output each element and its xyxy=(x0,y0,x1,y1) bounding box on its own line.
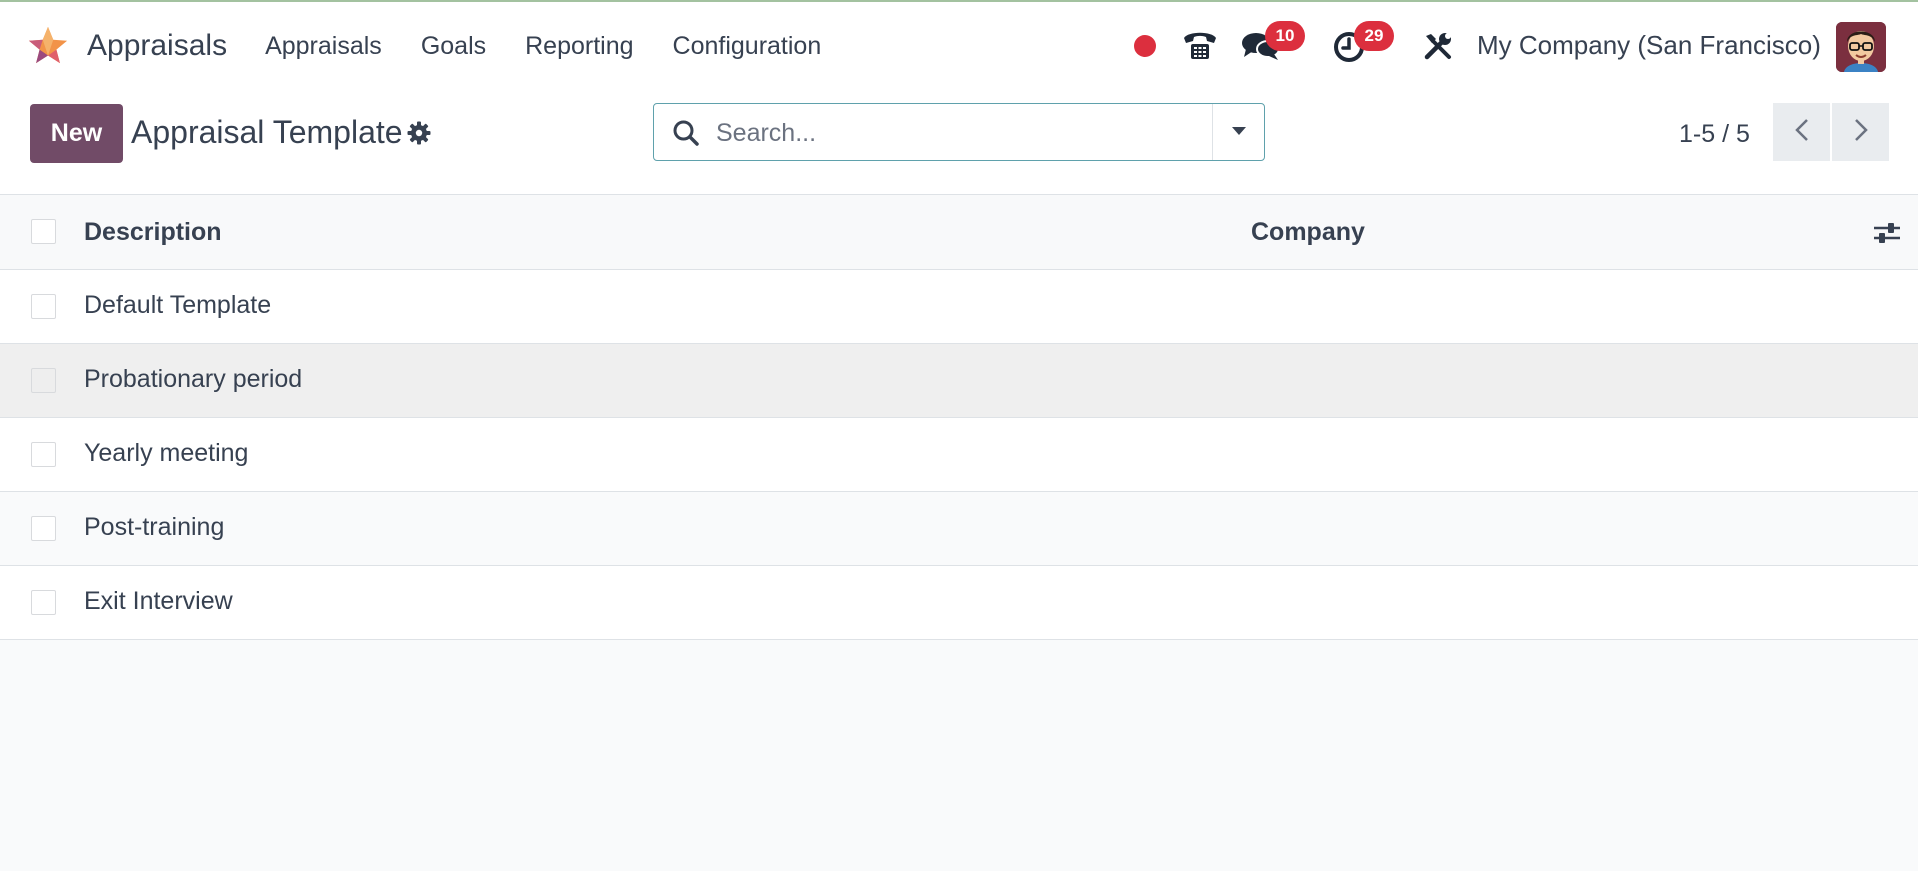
select-all-checkbox[interactable] xyxy=(31,219,56,244)
menu-appraisals[interactable]: Appraisals xyxy=(265,32,382,61)
gear-icon[interactable] xyxy=(407,121,431,145)
row-description: Probationary period xyxy=(84,365,303,393)
app-brand[interactable]: Appraisals xyxy=(27,25,245,67)
optional-columns-icon[interactable] xyxy=(1872,219,1902,247)
messages-count-badge: 10 xyxy=(1265,21,1305,51)
row-description: Post-training xyxy=(84,513,225,541)
list-header: Description Company xyxy=(0,195,1918,270)
row-description: Exit Interview xyxy=(84,587,233,615)
search-options-toggle[interactable] xyxy=(1213,104,1264,160)
menu-configuration[interactable]: Configuration xyxy=(673,32,822,61)
table-row[interactable]: Default Template xyxy=(0,270,1918,344)
search-bar xyxy=(653,103,1265,161)
app-name: Appraisals xyxy=(87,29,228,62)
list-view: Description Company Default Template Pro… xyxy=(0,195,1918,640)
user-avatar[interactable] xyxy=(1836,22,1886,72)
chevron-right-icon xyxy=(1854,118,1868,147)
row-checkbox[interactable] xyxy=(31,368,56,393)
status-dot-icon[interactable] xyxy=(1134,35,1156,57)
row-checkbox[interactable] xyxy=(31,442,56,467)
search-icon xyxy=(672,119,700,147)
caret-down-icon xyxy=(1231,123,1247,141)
column-header-company[interactable]: Company xyxy=(1251,218,1365,247)
table-row[interactable]: Yearly meeting xyxy=(0,418,1918,492)
pager-next-button[interactable] xyxy=(1832,103,1889,161)
menu-goals[interactable]: Goals xyxy=(421,32,486,61)
control-panel: New Appraisal Template Search... 1-5 / 5 xyxy=(0,90,1918,195)
appraisals-star-icon xyxy=(27,25,69,67)
pager-value[interactable]: 1-5 / 5 xyxy=(1679,120,1750,149)
table-row[interactable]: Post-training xyxy=(0,492,1918,566)
main-navbar: Appraisals Appraisals Goals Reporting Co… xyxy=(0,2,1918,90)
table-row[interactable]: Exit Interview xyxy=(0,566,1918,640)
activities-count-badge: 29 xyxy=(1354,21,1394,51)
new-button[interactable]: New xyxy=(30,104,123,163)
tools-icon[interactable] xyxy=(1422,30,1454,62)
column-header-description[interactable]: Description xyxy=(84,218,222,247)
row-checkbox[interactable] xyxy=(31,590,56,615)
row-checkbox[interactable] xyxy=(31,516,56,541)
phone-icon[interactable] xyxy=(1181,26,1219,64)
search-input[interactable] xyxy=(714,114,1208,152)
table-row[interactable]: Probationary period xyxy=(0,344,1918,418)
pager-previous-button[interactable] xyxy=(1773,103,1830,161)
row-description: Yearly meeting xyxy=(84,439,249,467)
company-switcher[interactable]: My Company (San Francisco) xyxy=(1477,30,1821,61)
menu-reporting[interactable]: Reporting xyxy=(525,32,633,61)
row-description: Default Template xyxy=(84,291,272,319)
page-title: Appraisal Template xyxy=(131,114,403,150)
row-checkbox[interactable] xyxy=(31,294,56,319)
chevron-left-icon xyxy=(1794,118,1809,147)
